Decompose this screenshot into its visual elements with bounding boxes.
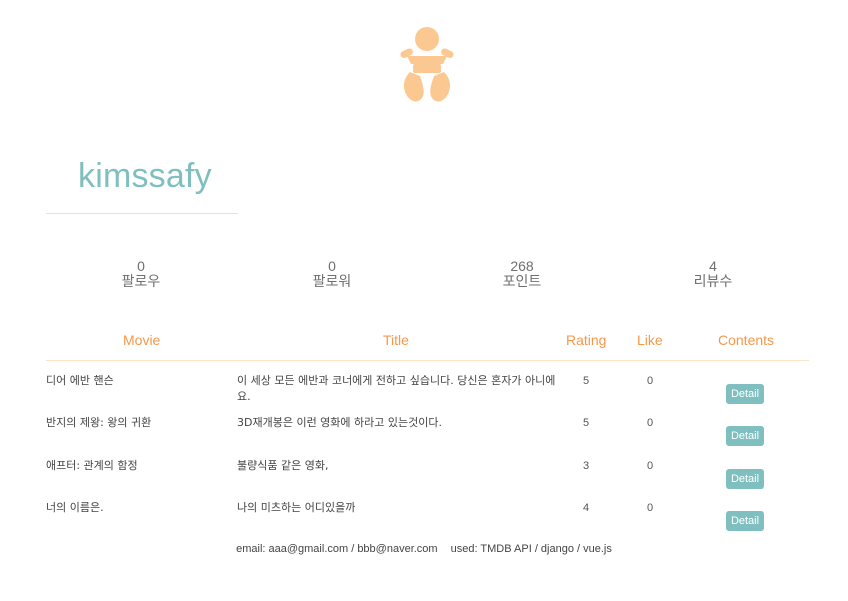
- rating-value: 4: [583, 502, 590, 514]
- detail-button[interactable]: Detail: [726, 384, 764, 404]
- stat-following: 0 팔로우: [86, 258, 196, 290]
- footer: email: aaa@gmail.com / bbb@naver.com use…: [0, 543, 848, 555]
- stat-points-label: 포인트: [502, 274, 542, 290]
- table-row: 디어 에반 핸슨 이 세상 모든 에반과 코너에게 전하고 싶습니다. 당신은 …: [0, 373, 848, 415]
- profile-page: kimssafy 0 팔로우 0 팔로워 268 포인트 4 리뷰수 Movie…: [0, 0, 848, 601]
- username: kimssafy: [78, 157, 212, 195]
- detail-button[interactable]: Detail: [726, 511, 764, 531]
- review-title: 불량식품 같은 영화,: [237, 459, 329, 472]
- table-row: 애프터: 관계의 함정 불량식품 같은 영화, 3 0 Detail: [0, 458, 848, 500]
- table-row: 너의 이름은. 나의 미츠하는 어디있을까 4 0 Detail: [0, 500, 848, 542]
- like-count: 0: [647, 375, 654, 387]
- movie-name: 너의 이름은.: [46, 501, 104, 514]
- stat-followers-label: 팔로워: [312, 274, 352, 290]
- column-header-like: Like: [637, 332, 663, 348]
- movie-name: 반지의 제왕: 왕의 귀환: [46, 416, 152, 429]
- column-header-rating: Rating: [566, 332, 607, 348]
- rating-value: 5: [583, 375, 590, 387]
- stat-followers: 0 팔로워: [277, 258, 387, 290]
- column-header-contents: Contents: [718, 332, 775, 348]
- movie-name: 디어 에반 핸슨: [46, 374, 114, 387]
- rating-value: 3: [583, 460, 590, 472]
- detail-button[interactable]: Detail: [726, 469, 764, 489]
- stat-reviews: 4 리뷰수: [658, 258, 768, 290]
- like-count: 0: [647, 460, 654, 472]
- detail-button[interactable]: Detail: [726, 426, 764, 446]
- review-title: 이 세상 모든 에반과 코너에게 전하고 싶습니다. 당신은 혼자가 아니에요.: [237, 374, 556, 403]
- movie-name: 애프터: 관계의 함정: [46, 459, 138, 472]
- column-header-movie: Movie: [123, 332, 161, 348]
- stat-reviews-label: 리뷰수: [693, 274, 733, 290]
- username-divider: [46, 213, 238, 214]
- review-title: 3D재개봉은 이런 영화에 하라고 있는것이다.: [237, 416, 442, 429]
- stat-followers-value: 0: [328, 258, 336, 274]
- table-header-divider: [46, 360, 809, 361]
- review-title: 나의 미츠하는 어디있을까: [237, 501, 356, 514]
- stat-following-label: 팔로우: [121, 274, 161, 290]
- like-count: 0: [647, 417, 654, 429]
- footer-email: email: aaa@gmail.com / bbb@naver.com: [236, 543, 438, 555]
- stat-reviews-value: 4: [709, 258, 717, 274]
- table-row: 반지의 제왕: 왕의 귀환 3D재개봉은 이런 영화에 하라고 있는것이다. 5…: [0, 415, 848, 457]
- stat-following-value: 0: [137, 258, 145, 274]
- footer-used: used: TMDB API / django / vue.js: [450, 543, 612, 555]
- baby-icon: [400, 27, 454, 102]
- stat-points-value: 268: [510, 258, 534, 274]
- column-header-title: Title: [383, 332, 409, 348]
- stat-points: 268 포인트: [467, 258, 577, 290]
- rating-value: 5: [583, 417, 590, 429]
- like-count: 0: [647, 502, 654, 514]
